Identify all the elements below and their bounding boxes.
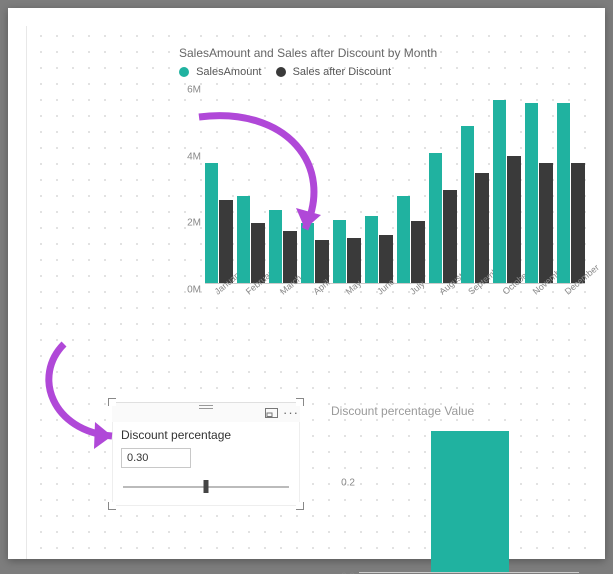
bar-group: November bbox=[525, 103, 553, 283]
bar-discounted bbox=[507, 156, 520, 283]
slicer-title: Discount percentage bbox=[121, 428, 291, 442]
more-options-icon[interactable]: ··· bbox=[284, 406, 298, 420]
plot2-area: 0.00.2 bbox=[359, 422, 579, 572]
bar-sales bbox=[493, 100, 506, 283]
plot-area: 0M2M4M6MJanuaryFebruaryMarchAprilMayJune… bbox=[205, 84, 585, 284]
focus-mode-icon[interactable] bbox=[264, 406, 278, 420]
legend-item-1: SalesAmount bbox=[179, 66, 262, 78]
discount-value-chart: Discount percentage Value 0.00.2 bbox=[331, 404, 591, 574]
legend-swatch bbox=[179, 67, 189, 77]
y-tick: 0.2 bbox=[331, 478, 355, 489]
axis-line bbox=[359, 572, 579, 573]
bar-sales bbox=[269, 210, 282, 283]
selection-handle[interactable] bbox=[296, 502, 304, 510]
y-tick: 0M bbox=[175, 285, 201, 296]
bar-group: May bbox=[333, 220, 361, 283]
bar-group: August bbox=[429, 153, 457, 283]
chart-title: SalesAmount and Sales after Discount by … bbox=[179, 46, 579, 60]
bar-sales bbox=[461, 126, 474, 283]
bar-group: July bbox=[397, 196, 425, 283]
bar-discounted bbox=[315, 240, 328, 283]
bar-group: January bbox=[205, 163, 233, 283]
bar-discounted bbox=[571, 163, 584, 283]
value-bar bbox=[431, 431, 509, 572]
selection-handle[interactable] bbox=[296, 398, 304, 406]
bar-discounted bbox=[347, 238, 360, 283]
slider-thumb[interactable] bbox=[204, 480, 209, 493]
bar-discounted bbox=[219, 200, 232, 283]
y-tick: 2M bbox=[175, 218, 201, 229]
chart-legend: SalesAmount Sales after Discount bbox=[179, 66, 579, 78]
bar-sales bbox=[429, 153, 442, 283]
main-bar-chart: SalesAmount and Sales after Discount by … bbox=[179, 46, 579, 326]
bar-discounted bbox=[379, 235, 392, 283]
selection-handle[interactable] bbox=[108, 398, 116, 406]
bar-group: March bbox=[269, 210, 297, 283]
y-tick: 4M bbox=[175, 151, 201, 162]
bar-sales bbox=[301, 223, 314, 283]
bar-sales bbox=[525, 103, 538, 283]
bar-discounted bbox=[475, 173, 488, 283]
legend-label: Sales after Discount bbox=[293, 66, 391, 78]
legend-item-2: Sales after Discount bbox=[276, 66, 392, 78]
drag-grip-icon[interactable] bbox=[199, 405, 213, 409]
bar-discounted bbox=[443, 190, 456, 283]
slicer-slider[interactable] bbox=[121, 480, 291, 494]
bar-group: October bbox=[493, 100, 521, 283]
bar-group: December bbox=[557, 103, 585, 283]
bar-group: June bbox=[365, 216, 393, 283]
discount-slicer-visual[interactable]: ··· Discount percentage bbox=[112, 402, 300, 506]
y-tick: 6M bbox=[175, 85, 201, 96]
bars-container: JanuaryFebruaryMarchAprilMayJuneJulyAugu… bbox=[205, 84, 585, 284]
visual-header: ··· bbox=[112, 402, 300, 422]
bar-sales bbox=[397, 196, 410, 283]
bar-sales bbox=[237, 196, 250, 283]
bar-sales bbox=[557, 103, 570, 283]
slicer-body: Discount percentage bbox=[112, 422, 300, 506]
bar-sales bbox=[365, 216, 378, 283]
bar-discounted bbox=[539, 163, 552, 283]
selection-handle[interactable] bbox=[108, 502, 116, 510]
bar-group: April bbox=[301, 223, 329, 283]
legend-swatch bbox=[276, 67, 286, 77]
slicer-value-input[interactable] bbox=[121, 448, 191, 468]
bar-discounted bbox=[411, 221, 424, 283]
bar-sales bbox=[333, 220, 346, 283]
bar-sales bbox=[205, 163, 218, 283]
bar-group: February bbox=[237, 196, 265, 283]
bar-group: September bbox=[461, 126, 489, 283]
legend-label: SalesAmount bbox=[196, 66, 261, 78]
chart2-title: Discount percentage Value bbox=[331, 404, 591, 418]
